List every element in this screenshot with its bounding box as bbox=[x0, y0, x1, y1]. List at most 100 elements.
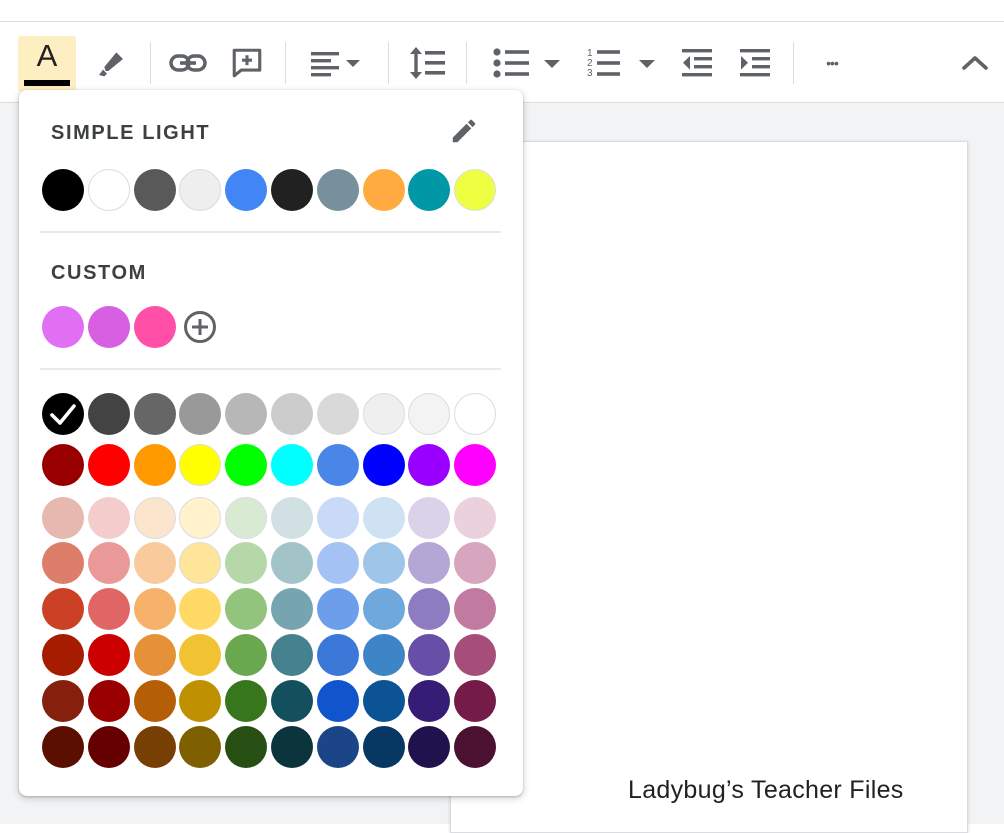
color-swatch[interactable] bbox=[271, 393, 313, 435]
color-swatch[interactable] bbox=[133, 680, 176, 722]
color-swatch[interactable] bbox=[42, 634, 84, 676]
color-swatch[interactable] bbox=[133, 393, 176, 435]
color-swatch[interactable] bbox=[271, 680, 313, 722]
color-swatch[interactable] bbox=[454, 497, 497, 539]
color-swatch[interactable] bbox=[42, 444, 84, 486]
color-swatch[interactable] bbox=[454, 588, 497, 630]
color-swatch[interactable] bbox=[362, 393, 405, 435]
color-swatch[interactable] bbox=[408, 634, 451, 676]
color-swatch[interactable] bbox=[408, 497, 451, 539]
color-swatch[interactable] bbox=[179, 588, 222, 630]
color-swatch[interactable] bbox=[271, 444, 313, 486]
color-swatch[interactable] bbox=[408, 680, 451, 722]
color-swatch[interactable] bbox=[454, 393, 497, 435]
color-swatch[interactable] bbox=[454, 634, 497, 676]
color-swatch[interactable] bbox=[179, 726, 222, 768]
color-swatch[interactable] bbox=[225, 169, 268, 211]
highlight-color-button[interactable] bbox=[90, 42, 132, 84]
color-swatch[interactable] bbox=[362, 169, 405, 211]
line-spacing-button[interactable] bbox=[404, 42, 450, 84]
color-swatch[interactable] bbox=[362, 542, 405, 584]
color-swatch[interactable] bbox=[454, 169, 497, 211]
color-swatch[interactable] bbox=[87, 169, 130, 211]
color-swatch[interactable] bbox=[225, 542, 268, 584]
color-swatch[interactable] bbox=[271, 169, 313, 211]
color-swatch[interactable] bbox=[133, 444, 176, 486]
color-swatch[interactable] bbox=[179, 169, 222, 211]
color-swatch[interactable] bbox=[454, 444, 497, 486]
color-swatch[interactable] bbox=[225, 634, 268, 676]
color-swatch[interactable] bbox=[133, 306, 176, 348]
insert-link-button[interactable] bbox=[166, 42, 210, 84]
color-swatch[interactable] bbox=[179, 497, 222, 539]
color-swatch[interactable] bbox=[271, 588, 313, 630]
color-swatch[interactable] bbox=[408, 726, 451, 768]
color-swatch[interactable] bbox=[316, 497, 359, 539]
color-swatch[interactable] bbox=[87, 588, 130, 630]
color-swatch[interactable] bbox=[316, 444, 359, 486]
color-swatch[interactable] bbox=[133, 634, 176, 676]
increase-indent-button[interactable] bbox=[734, 42, 776, 84]
color-swatch[interactable] bbox=[42, 588, 84, 630]
document-page[interactable] bbox=[450, 141, 968, 833]
color-swatch[interactable] bbox=[225, 393, 268, 435]
color-swatch[interactable] bbox=[408, 444, 451, 486]
numbered-list-button[interactable]: 1 2 3 bbox=[584, 42, 664, 84]
color-swatch[interactable] bbox=[408, 393, 451, 435]
color-swatch[interactable] bbox=[225, 680, 268, 722]
more-options-button[interactable]: ••• bbox=[808, 42, 856, 84]
color-swatch[interactable] bbox=[42, 542, 84, 584]
add-custom-color-button[interactable] bbox=[179, 306, 221, 348]
color-swatch[interactable] bbox=[362, 588, 405, 630]
color-swatch[interactable] bbox=[454, 680, 497, 722]
color-swatch[interactable] bbox=[271, 634, 313, 676]
color-swatch[interactable] bbox=[179, 634, 222, 676]
edit-theme-button[interactable] bbox=[449, 116, 481, 148]
color-swatch[interactable] bbox=[271, 726, 313, 768]
color-swatch[interactable] bbox=[179, 393, 222, 435]
color-swatch[interactable] bbox=[316, 393, 359, 435]
color-swatch[interactable] bbox=[133, 542, 176, 584]
add-comment-button[interactable] bbox=[226, 42, 268, 84]
color-swatch[interactable] bbox=[87, 542, 130, 584]
color-swatch[interactable] bbox=[133, 497, 176, 539]
color-swatch[interactable] bbox=[362, 444, 405, 486]
color-swatch[interactable] bbox=[271, 542, 313, 584]
color-swatch[interactable] bbox=[408, 169, 451, 211]
color-swatch[interactable] bbox=[271, 497, 313, 539]
bulleted-list-button[interactable] bbox=[484, 42, 574, 84]
color-swatch[interactable] bbox=[87, 680, 130, 722]
color-swatch[interactable] bbox=[42, 497, 84, 539]
color-swatch[interactable] bbox=[179, 680, 222, 722]
color-swatch[interactable] bbox=[225, 444, 268, 486]
color-swatch[interactable] bbox=[87, 497, 130, 539]
decrease-indent-button[interactable] bbox=[676, 42, 718, 84]
color-swatch[interactable] bbox=[42, 680, 84, 722]
collapse-toolbar-button[interactable] bbox=[954, 42, 996, 84]
color-swatch[interactable] bbox=[42, 169, 84, 211]
color-swatch[interactable] bbox=[42, 726, 84, 768]
color-swatch[interactable] bbox=[42, 306, 84, 348]
color-swatch[interactable] bbox=[408, 588, 451, 630]
color-swatch[interactable] bbox=[454, 542, 497, 584]
align-button[interactable] bbox=[300, 42, 372, 84]
color-swatch[interactable] bbox=[87, 726, 130, 768]
color-swatch[interactable] bbox=[316, 634, 359, 676]
color-swatch[interactable] bbox=[362, 634, 405, 676]
color-swatch[interactable] bbox=[362, 726, 405, 768]
color-swatch[interactable] bbox=[179, 542, 222, 584]
color-swatch[interactable] bbox=[87, 393, 130, 435]
color-swatch[interactable] bbox=[133, 726, 176, 768]
color-swatch[interactable] bbox=[133, 169, 176, 211]
color-swatch[interactable] bbox=[225, 726, 268, 768]
color-swatch[interactable] bbox=[225, 497, 268, 539]
color-swatch[interactable] bbox=[408, 542, 451, 584]
text-color-button[interactable]: A bbox=[18, 36, 76, 92]
color-swatch[interactable] bbox=[362, 680, 405, 722]
color-swatch[interactable] bbox=[133, 588, 176, 630]
color-swatch[interactable] bbox=[454, 726, 497, 768]
color-swatch[interactable] bbox=[225, 588, 268, 630]
color-swatch[interactable] bbox=[316, 726, 359, 768]
color-swatch[interactable] bbox=[316, 680, 359, 722]
color-swatch[interactable] bbox=[87, 306, 130, 348]
